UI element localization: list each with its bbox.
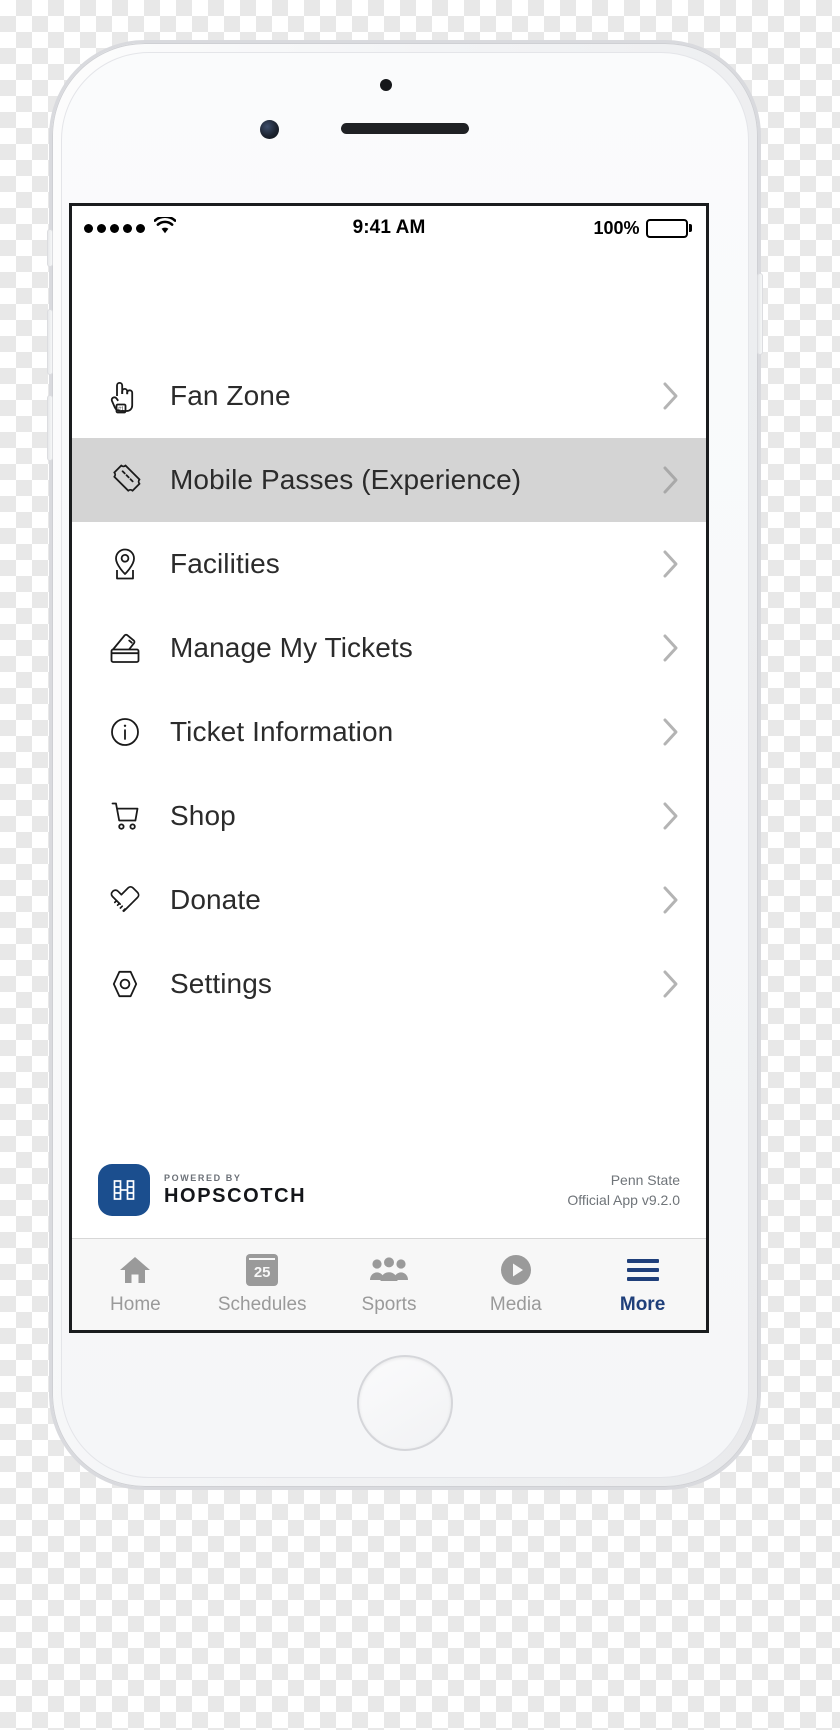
menu-item-fan-zone[interactable]: #1 Fan Zone: [72, 354, 706, 438]
info-circle-icon: [98, 713, 152, 751]
status-time: 9:41 AM: [352, 217, 426, 238]
more-menu-list: #1 Fan Zone Mobile Passes (Experience) F…: [72, 250, 706, 1164]
volume-down-button[interactable]: [47, 395, 53, 461]
menu-item-label: Settings: [170, 968, 272, 999]
tab-media[interactable]: Media: [452, 1239, 579, 1330]
powered-by-label: POWERED BY: [164, 1173, 242, 1183]
chevron-right-icon: [658, 381, 684, 411]
home-button[interactable]: [357, 1355, 453, 1451]
people-group-icon: [369, 1253, 409, 1287]
map-pin-icon: [98, 544, 152, 584]
menu-item-label: Manage My Tickets: [170, 632, 413, 663]
menu-item-label: Shop: [170, 800, 236, 831]
svg-text:#1: #1: [118, 407, 124, 413]
silent-switch[interactable]: [47, 229, 53, 267]
menu-item-donate[interactable]: Donate: [72, 858, 706, 942]
ticket-wallet-icon: [98, 629, 152, 667]
status-bar: 9:41 AM 100%: [72, 206, 706, 250]
earpiece-speaker: [341, 123, 469, 134]
tab-label: Schedules: [217, 1294, 307, 1315]
chevron-right-icon: [658, 465, 684, 495]
menu-item-label: Ticket Information: [170, 716, 394, 747]
calendar-icon: 25: [246, 1253, 279, 1287]
chevron-right-icon: [658, 717, 684, 747]
menu-item-mobile-passes[interactable]: Mobile Passes (Experience): [72, 438, 706, 522]
app-version-label: Official App v9.2.0: [567, 1192, 680, 1208]
tab-sports[interactable]: Sports: [326, 1239, 453, 1330]
phone-device: 9:41 AM 100% #1 Fan Zone Mobile Passes (…: [47, 40, 763, 1490]
menu-item-facilities[interactable]: Facilities: [72, 522, 706, 606]
tab-label: Home: [110, 1294, 161, 1315]
brand-footer: POWERED BY HOPSCOTCH Penn State Official…: [72, 1164, 706, 1238]
chevron-right-icon: [658, 885, 684, 915]
tab-label: Media: [489, 1294, 542, 1315]
bottom-tab-bar: Home 25 Schedules Sports Media More: [72, 1238, 706, 1330]
front-camera-icon: [260, 120, 279, 139]
chevron-right-icon: [658, 633, 684, 663]
tab-schedules[interactable]: 25 Schedules: [199, 1239, 326, 1330]
menu-item-ticket-information[interactable]: Ticket Information: [72, 690, 706, 774]
chevron-right-icon: [658, 801, 684, 831]
foam-finger-icon: #1: [98, 376, 152, 416]
menu-item-label: Facilities: [170, 548, 280, 579]
menu-item-shop[interactable]: Shop: [72, 774, 706, 858]
power-button[interactable]: [757, 273, 763, 355]
menu-item-label: Donate: [170, 884, 261, 915]
tab-more[interactable]: More: [579, 1239, 706, 1330]
chevron-right-icon: [658, 549, 684, 579]
menu-item-manage-my-tickets[interactable]: Manage My Tickets: [72, 606, 706, 690]
hex-nut-icon: [98, 965, 152, 1003]
calendar-badge: 25: [253, 1264, 271, 1281]
brand-wordmark: POWERED BY HOPSCOTCH: [164, 1173, 307, 1207]
handshake-icon: [98, 880, 152, 920]
menu-item-label: Mobile Passes (Experience): [170, 464, 522, 495]
volume-up-button[interactable]: [47, 309, 53, 375]
tab-label: More: [619, 1294, 666, 1315]
menu-item-label: Fan Zone: [170, 380, 291, 411]
phone-screen: 9:41 AM 100% #1 Fan Zone Mobile Passes (…: [69, 203, 709, 1333]
hamburger-icon: [626, 1253, 659, 1287]
app-version-info: Penn State Official App v9.2.0: [567, 1170, 680, 1211]
powered-by-hopscotch[interactable]: POWERED BY HOPSCOTCH: [98, 1164, 306, 1216]
brand-name-label: HOPSCOTCH: [164, 1185, 307, 1207]
shopping-cart-icon: [98, 797, 152, 835]
chevron-right-icon: [658, 969, 684, 999]
menu-item-settings[interactable]: Settings: [72, 942, 706, 1026]
proximity-sensor-icon: [380, 79, 392, 91]
tab-label: Sports: [361, 1294, 417, 1315]
hopscotch-logo-icon: [98, 1164, 150, 1216]
org-name-label: Penn State: [610, 1171, 680, 1188]
play-circle-icon: [500, 1253, 532, 1287]
tab-home[interactable]: Home: [72, 1239, 199, 1330]
home-icon: [119, 1253, 151, 1287]
ticket-icon: [98, 460, 152, 500]
